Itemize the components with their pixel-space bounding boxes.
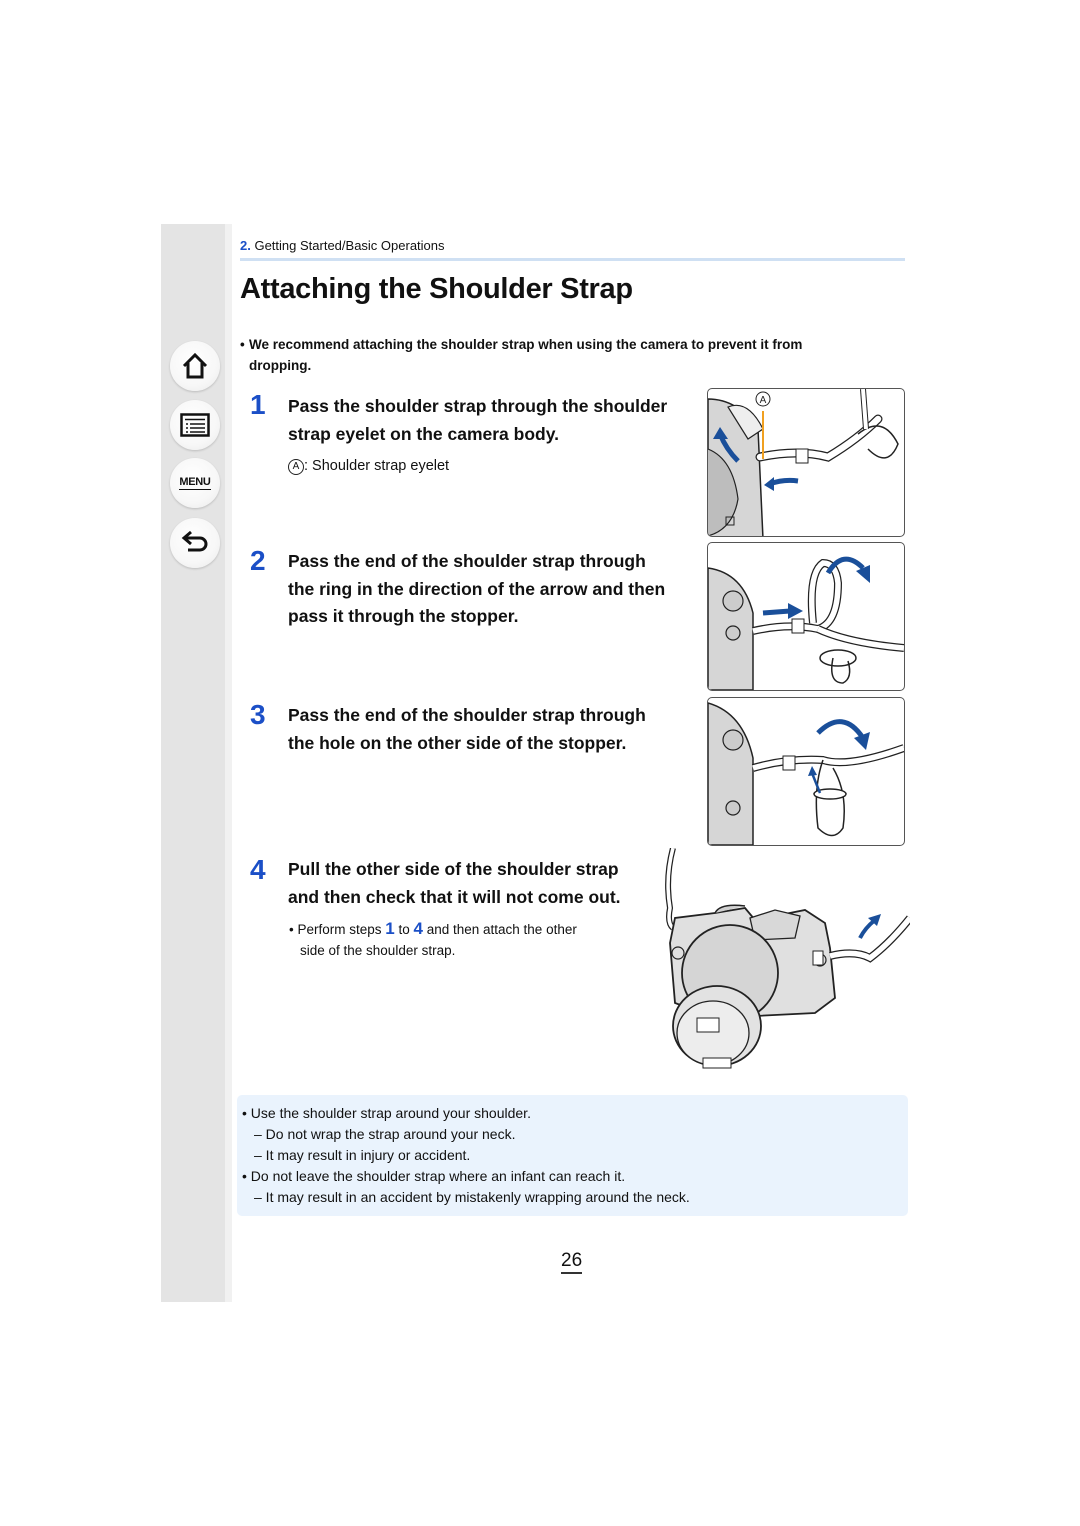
step-3-text: Pass the end of the shoulder strap throu… (288, 702, 646, 757)
step-4-text: Pull the other side of the shoulder stra… (288, 856, 621, 911)
back-arrow-icon (181, 530, 208, 552)
menu-button[interactable]: MENU (170, 458, 220, 508)
illustration-step-2 (707, 542, 905, 691)
header-divider (240, 258, 905, 261)
caution-box: • Use the shoulder strap around your sho… (237, 1095, 908, 1216)
illustration-step-3 (707, 697, 905, 846)
step-1-note: A: Shoulder strap eyelet (288, 458, 449, 475)
strap-stopper-illustration (708, 702, 904, 845)
step-ref-1: 1 (385, 919, 395, 938)
home-icon (182, 352, 208, 379)
note-suffix: and then attach the other (422, 922, 577, 937)
home-button[interactable] (170, 341, 220, 391)
step-2-line-3: pass it through the stopper. (288, 606, 519, 626)
step-1-line-2: strap eyelet on the camera body. (288, 423, 560, 444)
step-1-number: 1 (250, 389, 266, 420)
step-2-text: Pass the end of the shoulder strap throu… (288, 548, 665, 631)
step-3-line-1: Pass the end of the shoulder strap throu… (288, 705, 646, 725)
step-4-number: 4 (250, 854, 266, 885)
step-4-line-1: Pull the other side of the shoulder stra… (288, 859, 619, 879)
note-line-2: side of the shoulder strap. (300, 943, 456, 958)
step-1-line-1: Pass the shoulder strap through the shou… (288, 396, 668, 416)
bullet: • (240, 337, 245, 352)
chapter-number: 2. (240, 238, 251, 253)
caution-line-2: – Do not wrap the strap around your neck… (254, 1126, 516, 1142)
contents-button[interactable] (170, 400, 220, 450)
intro-line-1: We recommend attaching the shoulder stra… (249, 337, 803, 352)
marker-a-label: A (760, 395, 767, 406)
strap-ring-illustration (708, 556, 904, 690)
caution-line-3: – It may result in injury or accident. (254, 1147, 471, 1163)
page-title: Attaching the Shoulder Strap (240, 273, 633, 305)
caution-line-5: – It may result in an accident by mistak… (254, 1189, 690, 1205)
camera-eyelet-illustration: A (708, 389, 899, 536)
illustration-step-1: A (707, 388, 905, 537)
step-3-number: 3 (250, 699, 266, 730)
step-2-number: 2 (250, 545, 266, 576)
chapter-title: Getting Started/Basic Operations (254, 238, 445, 253)
menu-icon: MENU (179, 475, 211, 490)
step-2-line-1: Pass the end of the shoulder strap throu… (288, 551, 646, 571)
marker-a: A (288, 459, 304, 475)
sidebar-edge (225, 224, 232, 1302)
step-4-note: • Perform steps 1 to 4 and then attach t… (289, 918, 639, 961)
step-ref-4: 4 (413, 919, 423, 938)
back-button[interactable] (170, 518, 220, 568)
intro-note: • We recommend attaching the shoulder str… (240, 334, 910, 376)
breadcrumb: 2. Getting Started/Basic Operations (240, 238, 445, 253)
page-number: 26 (561, 1251, 583, 1274)
step-3-line-2: the hole on the other side of the stoppe… (288, 732, 627, 753)
camera-with-strap-illustration (665, 848, 910, 1069)
note-prefix: • Perform steps (289, 922, 386, 937)
intro-line-2: dropping. (249, 358, 312, 373)
list-icon (180, 413, 210, 437)
note-mid: to (394, 922, 414, 937)
step-4-line-2: and then check that it will not come out… (288, 886, 621, 907)
caution-line-4: • Do not leave the shoulder strap where … (242, 1168, 626, 1184)
step-2-line-2: the ring in the direction of the arrow a… (288, 578, 666, 599)
step-1-text: Pass the shoulder strap through the shou… (288, 393, 667, 448)
caution-line-1: • Use the shoulder strap around your sho… (242, 1105, 531, 1121)
step-1-note-text: : Shoulder strap eyelet (304, 458, 450, 474)
